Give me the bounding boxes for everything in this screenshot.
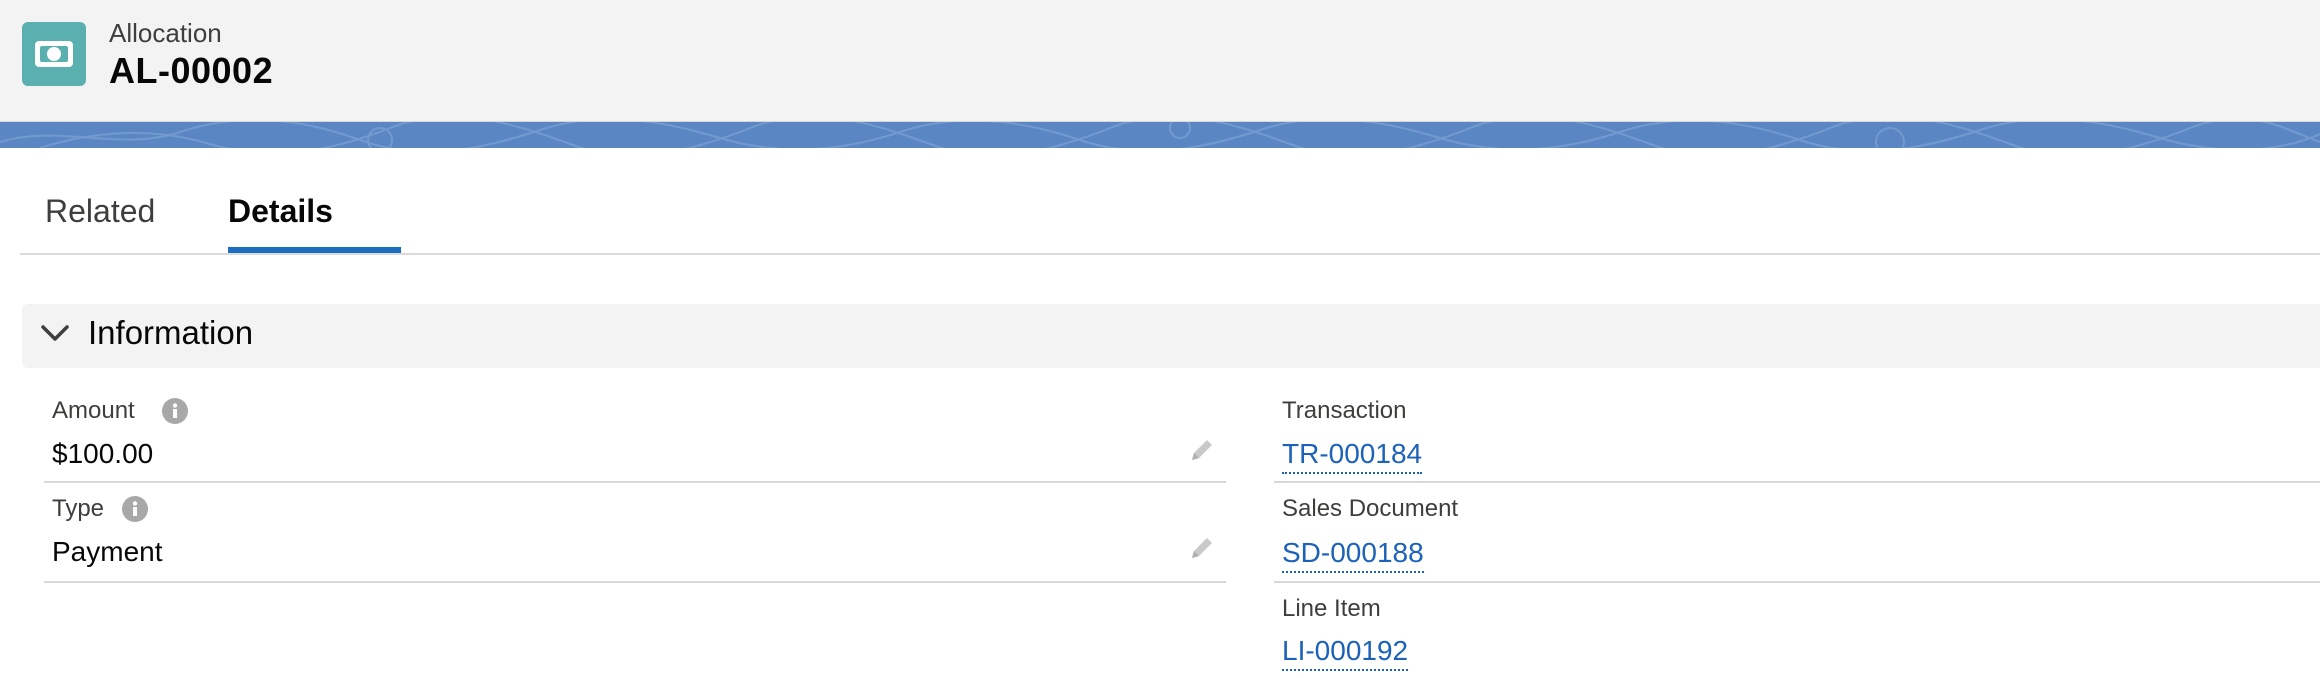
edit-pencil-icon[interactable]: [1188, 436, 1216, 464]
tab-related[interactable]: Related: [45, 193, 155, 251]
info-icon[interactable]: [162, 398, 188, 424]
field-label-transaction: Transaction: [1282, 397, 1407, 424]
info-icon[interactable]: [122, 496, 148, 522]
field-divider: [1274, 481, 2320, 483]
field-value-type: Payment: [52, 536, 163, 567]
tab-details[interactable]: Details: [228, 193, 333, 251]
line-item-link[interactable]: LI-000192: [1282, 635, 1409, 671]
tab-bar: Related Details: [20, 148, 2320, 255]
object-type-label: Allocation: [109, 18, 222, 48]
field-label-sales-document: Sales Document: [1282, 495, 1459, 522]
decorative-banner: [0, 122, 2320, 148]
field-divider: [1274, 581, 2320, 583]
field-divider: [44, 581, 1226, 583]
active-tab-indicator: [228, 247, 401, 253]
section-title: Information: [88, 314, 254, 351]
section-header-information[interactable]: [22, 304, 2320, 368]
record-header: Allocation AL-00002: [0, 0, 2320, 122]
record-name: AL-00002: [109, 50, 274, 91]
field-label-line-item: Line Item: [1282, 595, 1381, 622]
field-label-amount: Amount: [52, 397, 135, 424]
banner-pattern: [0, 122, 2320, 148]
edit-pencil-icon[interactable]: [1188, 534, 1216, 562]
sales-document-link[interactable]: SD-000188: [1282, 537, 1424, 573]
chevron-down-icon[interactable]: [40, 322, 70, 344]
field-label-type: Type: [52, 495, 105, 522]
transaction-link[interactable]: TR-000184: [1282, 438, 1423, 474]
field-value-amount: $100.00: [52, 438, 154, 469]
money-icon: [22, 22, 86, 86]
field-divider: [44, 481, 1226, 483]
